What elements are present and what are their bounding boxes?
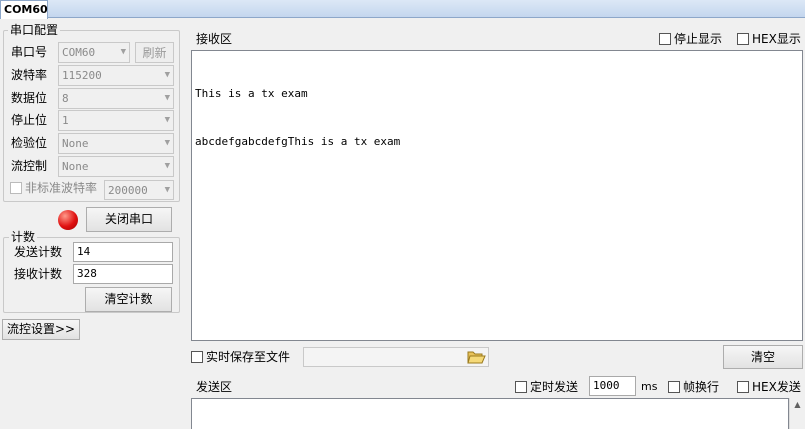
timed-send-label: 定时发送 — [530, 380, 579, 394]
stop-display-checkbox[interactable] — [659, 33, 671, 45]
scroll-up-icon[interactable]: ▲ — [790, 398, 805, 412]
timed-send-checkbox[interactable] — [515, 381, 527, 393]
interval-field[interactable]: 1000 — [589, 376, 636, 396]
parity-select-value: None — [62, 137, 89, 150]
hex-display-checkbox[interactable] — [737, 33, 749, 45]
chevron-down-icon: ▼ — [164, 70, 170, 80]
frame-newline-label: 帧换行 — [683, 380, 720, 394]
nonstd-baud-checkbox[interactable] — [10, 182, 22, 194]
flow-select[interactable]: None ▼ — [58, 156, 174, 177]
baud-select[interactable]: 115200 ▼ — [58, 65, 174, 86]
nonstd-baud-value: 200000 — [108, 184, 148, 197]
send-count-label: 发送计数 — [14, 245, 63, 259]
data-bits-label: 数据位 — [11, 91, 48, 105]
hex-send-checkbox[interactable] — [737, 381, 749, 393]
hex-send-label: HEX发送 — [752, 380, 801, 394]
stop-display-label: 停止显示 — [674, 32, 723, 46]
data-bits-select-value: 8 — [62, 92, 69, 105]
parity-select[interactable]: None ▼ — [58, 133, 174, 154]
port-select[interactable]: COM60 ▼ — [58, 42, 130, 63]
recv-count-field: 328 — [73, 264, 173, 284]
port-config-legend: 串口配置 — [8, 23, 61, 37]
chevron-down-icon: ▼ — [164, 185, 170, 195]
flow-settings-button[interactable]: 流控设置>> — [2, 319, 80, 340]
send-legend: 发送区 — [196, 380, 233, 394]
stop-bits-select-value: 1 — [62, 114, 69, 127]
port-select-value: COM60 — [62, 46, 96, 59]
baud-select-value: 115200 — [62, 69, 102, 82]
realtime-save-label: 实时保存至文件 — [206, 350, 291, 364]
data-bits-select[interactable]: 8 ▼ — [58, 88, 174, 109]
flow-select-value: None — [62, 160, 89, 173]
send-scrollbar[interactable]: ▲ — [789, 398, 805, 429]
chevron-down-icon: ▼ — [164, 115, 170, 125]
folder-open-icon[interactable] — [466, 348, 486, 366]
close-port-button[interactable]: 关闭串口 — [86, 207, 172, 232]
port-label: 串口号 — [11, 45, 48, 59]
refresh-button[interactable]: 刷新 — [135, 42, 174, 63]
save-path-field[interactable] — [303, 347, 489, 367]
recv-count-label: 接收计数 — [14, 267, 63, 281]
receive-line: abcdefgabcdefgThis is a tx exam — [195, 135, 401, 148]
send-textarea[interactable]: abcdefg — [191, 398, 789, 429]
frame-newline-checkbox[interactable] — [668, 381, 680, 393]
stop-bits-label: 停止位 — [11, 113, 48, 127]
port-status-light-icon — [58, 210, 78, 230]
send-count-field: 14 — [73, 242, 173, 262]
nonstd-baud-label: 非标准波特率 — [25, 181, 98, 195]
chevron-down-icon: ▼ — [120, 47, 126, 57]
hex-display-label: HEX显示 — [752, 32, 801, 46]
interval-unit: ms — [641, 380, 658, 393]
receive-legend: 接收区 — [196, 32, 233, 46]
clear-count-button[interactable]: 清空计数 — [85, 287, 172, 312]
clear-receive-button[interactable]: 清空 — [723, 345, 803, 369]
tab-com60[interactable]: COM60 — [0, 0, 48, 19]
stop-bits-select[interactable]: 1 ▼ — [58, 110, 174, 131]
chevron-down-icon: ▼ — [164, 138, 170, 148]
nonstd-baud-select[interactable]: 200000 ▼ — [104, 180, 174, 200]
receive-line: This is a tx exam — [195, 87, 308, 100]
chevron-down-icon: ▼ — [164, 93, 170, 103]
parity-label: 检验位 — [11, 136, 48, 150]
baud-label: 波特率 — [11, 68, 48, 82]
realtime-save-checkbox[interactable] — [191, 351, 203, 363]
tab-strip — [0, 0, 805, 18]
receive-textarea[interactable]: This is a tx exam abcdefgabcdefgThis is … — [191, 50, 803, 341]
flow-label: 流控制 — [11, 159, 48, 173]
chevron-down-icon: ▼ — [164, 161, 170, 171]
